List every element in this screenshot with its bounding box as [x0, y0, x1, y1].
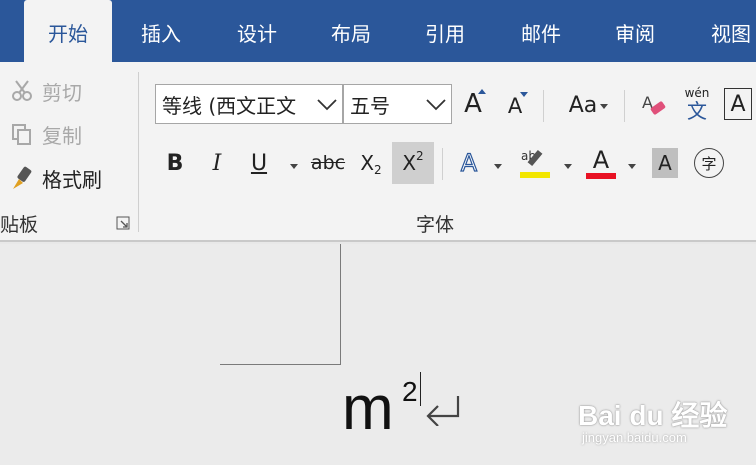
- bold-button[interactable]: B: [160, 146, 190, 180]
- font-group-label: 字体: [416, 214, 455, 236]
- watermark-url: jingyan.baidu.com: [582, 430, 687, 445]
- ribbon-tab-bar: 开始 插入 设计 布局 引用 邮件 审阅 视图: [0, 0, 756, 62]
- baidu-jingyan-watermark: Bai du 经验 jingyan.baidu.com: [578, 394, 748, 454]
- enclose-characters-button[interactable]: 字: [694, 148, 724, 178]
- text-effects-dropdown-icon[interactable]: [494, 164, 502, 169]
- font-size-combo[interactable]: 五号: [343, 84, 452, 124]
- text-effects-glyph: A: [460, 148, 478, 177]
- chevron-down-icon[interactable]: [421, 85, 451, 123]
- clear-formatting-button[interactable]: A: [638, 88, 670, 122]
- tab-view[interactable]: 视图: [706, 0, 756, 62]
- cut-button[interactable]: 剪切: [8, 76, 82, 106]
- caret-up-icon: [478, 89, 486, 94]
- italic-button[interactable]: I: [202, 146, 232, 180]
- eraser-icon: A: [642, 93, 666, 115]
- font-name-combo[interactable]: 等线 (西文正文: [155, 84, 343, 124]
- font-color-dropdown-icon[interactable]: [628, 164, 636, 169]
- document-superscript[interactable]: 2: [402, 376, 418, 408]
- character-shading-button[interactable]: A: [652, 148, 678, 178]
- subscript-mark: 2: [374, 163, 382, 177]
- superscript-base: X: [402, 151, 417, 175]
- grow-font-button[interactable]: A: [458, 86, 488, 122]
- clipboard-group-label: 贴板: [0, 214, 39, 236]
- separator: [624, 90, 625, 122]
- tab-design[interactable]: 设计: [232, 0, 282, 62]
- text-effects-button[interactable]: A: [454, 146, 484, 180]
- bold-glyph: B: [166, 150, 184, 176]
- separator: [543, 90, 544, 122]
- caret-down-icon: [520, 92, 528, 97]
- tab-references[interactable]: 引用: [420, 0, 470, 62]
- change-case-glyph: Aa: [568, 92, 598, 118]
- watermark-logo: Bai du 经验: [578, 400, 728, 431]
- group-divider: [138, 72, 139, 232]
- tab-home[interactable]: 开始: [24, 0, 112, 62]
- format-painter-button[interactable]: 格式刷: [8, 163, 102, 193]
- highlight-button[interactable]: ab: [516, 146, 554, 180]
- format-painter-label: 格式刷: [42, 167, 102, 192]
- underline-button[interactable]: U: [244, 146, 274, 180]
- enclose-glyph: 字: [701, 154, 717, 173]
- underline-dropdown-icon[interactable]: [290, 164, 298, 169]
- paintbrush-icon: [8, 164, 36, 192]
- font-color-bar: [586, 173, 616, 179]
- margin-corner-horizontal: [220, 364, 341, 365]
- font-color-glyph: A: [592, 146, 610, 174]
- caret-down-icon: [600, 104, 608, 109]
- subscript-base: X: [360, 151, 375, 175]
- chevron-down-icon[interactable]: [312, 85, 342, 123]
- phonetic-guide-button[interactable]: wén 文: [682, 84, 712, 124]
- phonetic-bottom: 文: [687, 98, 707, 123]
- highlighter-icon: ab: [520, 149, 550, 178]
- strikethrough-glyph: abc: [310, 152, 346, 174]
- shrink-font-glyph: A: [507, 94, 523, 118]
- character-border-button[interactable]: A: [724, 88, 752, 120]
- font-color-button[interactable]: A: [584, 144, 618, 182]
- ribbon: 剪切 复制 格式刷 贴板 等线 (西文正文 五号 A A Aa A wén 文 …: [0, 62, 756, 242]
- character-border-glyph: A: [730, 91, 746, 117]
- superscript-button[interactable]: X 2: [392, 142, 434, 184]
- underline-glyph: U: [250, 150, 268, 176]
- tab-mailings[interactable]: 邮件: [516, 0, 566, 62]
- copy-button[interactable]: 复制: [8, 119, 82, 149]
- strikethrough-button[interactable]: abc: [308, 146, 348, 180]
- phonetic-top: wén: [684, 85, 710, 100]
- document-text[interactable]: m: [342, 378, 394, 440]
- superscript-mark: 2: [416, 149, 424, 163]
- shrink-font-button[interactable]: A: [500, 90, 530, 122]
- cut-label: 剪切: [42, 80, 82, 105]
- scissors-icon: [8, 77, 36, 105]
- font-name-value: 等线 (西文正文: [162, 93, 297, 118]
- italic-glyph: I: [212, 150, 222, 176]
- tab-insert[interactable]: 插入: [136, 0, 186, 62]
- highlight-dropdown-icon[interactable]: [564, 164, 572, 169]
- paragraph-mark-icon: [422, 394, 462, 430]
- copy-icon: [8, 120, 36, 148]
- copy-label: 复制: [42, 123, 82, 148]
- margin-corner-vertical: [340, 244, 341, 364]
- text-cursor: [420, 372, 421, 406]
- clipboard-launcher-icon[interactable]: [116, 216, 130, 234]
- change-case-button[interactable]: Aa: [556, 88, 610, 122]
- tab-layout[interactable]: 布局: [326, 0, 376, 62]
- subscript-button[interactable]: X 2: [354, 146, 388, 180]
- character-shading-glyph: A: [658, 151, 672, 175]
- font-size-value: 五号: [350, 93, 390, 118]
- separator: [442, 148, 443, 180]
- tab-review[interactable]: 审阅: [610, 0, 660, 62]
